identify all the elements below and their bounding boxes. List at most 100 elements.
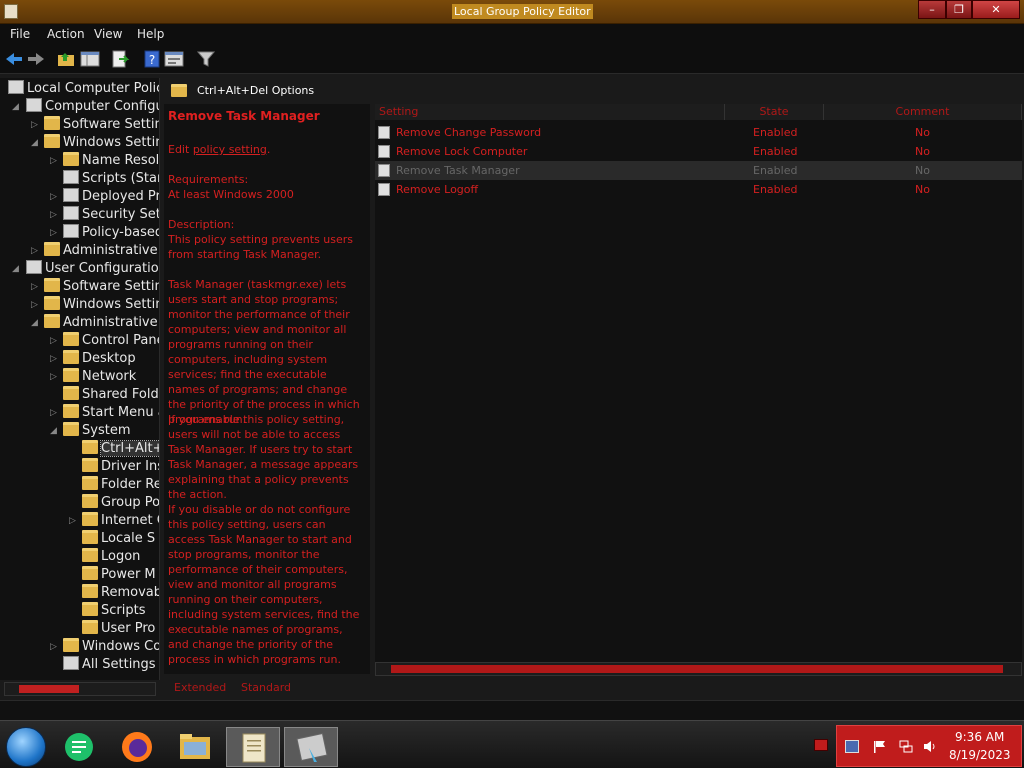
start-button[interactable]	[6, 727, 46, 767]
svg-text:?: ?	[149, 53, 155, 67]
collapse-icon[interactable]: ◢	[12, 102, 19, 112]
menu-help[interactable]: Help	[137, 27, 164, 41]
tree-item-user-software-settings[interactable]: Software Settin	[44, 278, 159, 296]
collapse-icon[interactable]: ◢	[12, 264, 19, 274]
tree-item-security-settings[interactable]: Security Set	[63, 206, 159, 224]
scrollbar-thumb[interactable]	[19, 685, 79, 693]
clock-date[interactable]: 8/19/2023	[949, 748, 1011, 762]
taskbar-file-manager[interactable]	[168, 727, 222, 767]
tree-item-shared-folders[interactable]: Shared Fold	[63, 386, 159, 404]
menu-view[interactable]: View	[94, 27, 122, 41]
tab-extended[interactable]: Extended	[174, 681, 226, 694]
expand-icon[interactable]: ▷	[31, 246, 38, 256]
tree-item-name-resolution[interactable]: Name Resol	[63, 152, 159, 170]
tree-item-local-computer-policy[interactable]: Local Computer Policy	[8, 80, 159, 98]
tree-item-user-administrative-templates[interactable]: Administrative T	[44, 314, 159, 332]
tree-item-computer-configuration[interactable]: Computer Configura	[26, 98, 159, 116]
taskbar-notes-app[interactable]	[52, 727, 106, 767]
expand-icon[interactable]: ▷	[50, 228, 57, 238]
tree-item-windows-settings[interactable]: Windows Settin	[44, 134, 159, 152]
tree-item-deployed-printers[interactable]: Deployed Pr	[63, 188, 159, 206]
tree-item-folder-redirection[interactable]: Folder Re	[82, 476, 159, 494]
tree-item-user-windows-settings[interactable]: Windows Settin	[44, 296, 159, 314]
collapse-icon[interactable]: ◢	[31, 138, 38, 148]
tree-item-policy-based-qos[interactable]: Policy-based	[63, 224, 159, 242]
collapse-icon[interactable]: ◢	[31, 318, 38, 328]
tree-item-group-policy[interactable]: Group Po	[82, 494, 159, 512]
settings-list[interactable]: Setting State Comment Remove Change Pass…	[375, 104, 1022, 664]
tree-item-removable-storage[interactable]: Removab	[82, 584, 159, 602]
column-header-state[interactable]: State	[725, 104, 824, 120]
tree-item-internet-communication[interactable]: Internet C	[82, 512, 159, 530]
tree-item-windows-components[interactable]: Windows Co	[63, 638, 159, 656]
maximize-button[interactable]: ❐	[946, 0, 972, 19]
column-header-setting[interactable]: Setting	[375, 104, 725, 120]
tree-item-system[interactable]: System	[63, 422, 130, 440]
export-list-icon[interactable]	[110, 50, 130, 68]
up-folder-icon[interactable]	[56, 50, 76, 68]
folder-icon	[63, 638, 79, 652]
menu-action[interactable]: Action	[47, 27, 85, 41]
policy-setting-link[interactable]: policy setting	[193, 143, 267, 156]
expand-icon[interactable]: ▷	[31, 300, 38, 310]
filter-icon[interactable]	[196, 50, 216, 68]
list-row[interactable]: Remove Change Password Enabled No	[375, 123, 1022, 142]
tree-horizontal-scrollbar[interactable]	[4, 682, 156, 696]
tree-item-driver-installation[interactable]: Driver Ins	[82, 458, 159, 476]
expand-icon[interactable]: ▷	[50, 354, 57, 364]
expand-icon[interactable]: ▷	[31, 282, 38, 292]
tree-item-network[interactable]: Network	[63, 368, 136, 386]
tree-item-control-panel[interactable]: Control Pane	[63, 332, 159, 350]
navigation-tree[interactable]: Local Computer Policy ◢ Computer Configu…	[0, 78, 160, 680]
flag-icon[interactable]	[873, 740, 887, 753]
expand-icon[interactable]: ▷	[50, 156, 57, 166]
collapse-icon[interactable]: ◢	[50, 426, 57, 436]
expand-icon[interactable]: ▷	[50, 372, 57, 382]
minimize-button[interactable]: –	[918, 0, 946, 19]
title-bar[interactable]: Local Group Policy Editor – ❐ ✕	[0, 0, 1024, 24]
expand-icon[interactable]: ▷	[69, 516, 76, 526]
tree-item-scripts[interactable]: Scripts	[82, 602, 145, 620]
expand-icon[interactable]: ▷	[31, 120, 38, 130]
volume-icon[interactable]	[923, 740, 937, 753]
column-header-comment[interactable]: Comment	[824, 104, 1022, 120]
expand-icon[interactable]: ▷	[50, 642, 57, 652]
properties-icon[interactable]	[164, 50, 184, 68]
tree-item-start-menu[interactable]: Start Menu a	[63, 404, 159, 422]
tab-standard[interactable]: Standard	[241, 681, 291, 694]
tree-item-desktop[interactable]: Desktop	[63, 350, 136, 368]
taskbar-notepad[interactable]	[226, 727, 280, 767]
help-icon[interactable]: ?	[142, 50, 162, 68]
folder-icon	[82, 566, 98, 580]
menu-file[interactable]: File	[10, 27, 30, 41]
taskbar-firefox[interactable]	[110, 727, 164, 767]
tree-item-administrative-templates[interactable]: Administrative T	[44, 242, 159, 260]
show-hidden-icons-icon[interactable]	[814, 739, 828, 751]
taskbar-group-policy-editor[interactable]	[284, 727, 338, 767]
back-icon[interactable]	[4, 50, 24, 68]
tree-item-ctrl-alt-del-options[interactable]: Ctrl+Alt+	[82, 440, 159, 458]
network-icon[interactable]	[899, 740, 913, 753]
tree-item-software-settings[interactable]: Software Settin	[44, 116, 159, 134]
tree-item-locale-services[interactable]: Locale S	[82, 530, 155, 548]
forward-icon[interactable]	[26, 50, 46, 68]
tree-item-power-management[interactable]: Power M	[82, 566, 156, 584]
list-row[interactable]: Remove Logoff Enabled No	[375, 180, 1022, 199]
keyboard-icon[interactable]	[845, 740, 859, 753]
list-row[interactable]: Remove Lock Computer Enabled No	[375, 142, 1022, 161]
tree-item-scripts-startup[interactable]: Scripts (Star	[63, 170, 159, 188]
list-horizontal-scrollbar[interactable]	[375, 662, 1022, 676]
expand-icon[interactable]: ▷	[50, 210, 57, 220]
list-row[interactable]: Remove Task Manager Enabled No	[375, 161, 1022, 180]
tree-item-user-profiles[interactable]: User Pro	[82, 620, 155, 638]
expand-icon[interactable]: ▷	[50, 192, 57, 202]
close-button[interactable]: ✕	[972, 0, 1020, 19]
scrollbar-thumb[interactable]	[391, 665, 1003, 673]
show-hide-tree-icon[interactable]	[80, 50, 100, 68]
clock-time[interactable]: 9:36 AM	[955, 730, 1004, 744]
expand-icon[interactable]: ▷	[50, 336, 57, 346]
expand-icon[interactable]: ▷	[50, 408, 57, 418]
tree-item-all-settings[interactable]: All Settings	[63, 656, 156, 674]
tree-item-user-configuration[interactable]: User Configuration	[26, 260, 159, 278]
tree-item-logon[interactable]: Logon	[82, 548, 140, 566]
